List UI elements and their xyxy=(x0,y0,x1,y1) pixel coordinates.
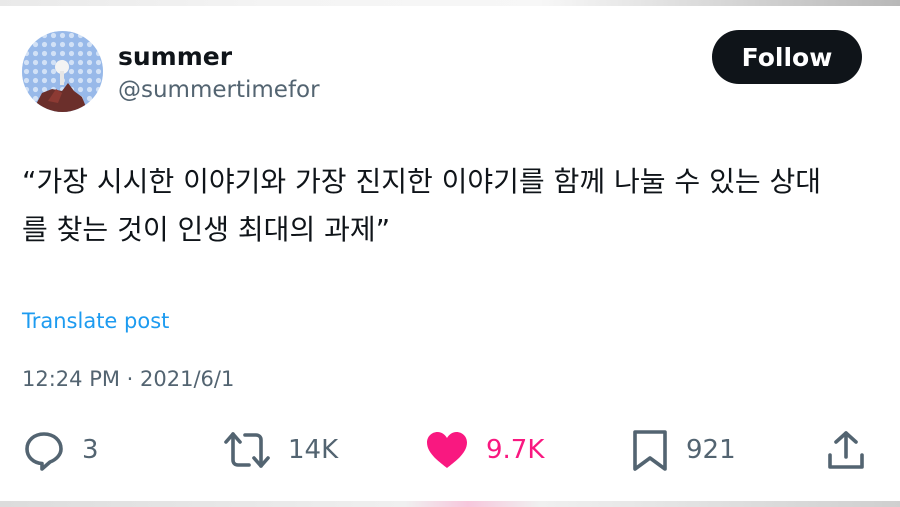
user-handle[interactable]: @summertimefor xyxy=(118,77,320,103)
follow-button[interactable]: Follow xyxy=(712,30,862,84)
tweet-text: “가장 시시한 이야기와 가장 진지한 이야기를 함께 나눌 수 있는 상대 를… xyxy=(22,165,822,246)
share-icon xyxy=(828,431,864,469)
tweet-card: summer @summertimefor Follow “가장 시시한 이야기… xyxy=(0,0,900,507)
repost-count: 14K xyxy=(288,435,339,465)
translate-post-link[interactable]: Translate post xyxy=(22,309,169,333)
reply-icon xyxy=(25,432,63,471)
top-divider xyxy=(0,0,900,6)
bookmark-count: 921 xyxy=(686,435,736,465)
timestamp[interactable]: 12:24 PM · 2021/6/1 xyxy=(22,367,234,391)
heart-icon xyxy=(427,432,467,468)
action-bar: 3 14K 9.7K 921 xyxy=(0,425,900,475)
like-button[interactable]: 9.7K xyxy=(424,425,544,475)
display-name[interactable]: summer xyxy=(118,42,232,71)
reply-count: 3 xyxy=(82,435,99,465)
repost-button[interactable]: 14K xyxy=(222,425,338,475)
reply-button[interactable]: 3 xyxy=(22,425,99,475)
avatar-image xyxy=(22,31,103,112)
bookmark-button[interactable]: 921 xyxy=(630,425,736,475)
share-button[interactable] xyxy=(826,425,866,475)
like-count: 9.7K xyxy=(486,435,545,465)
bookmark-icon xyxy=(633,430,667,471)
avatar[interactable] xyxy=(22,31,103,112)
repost-icon xyxy=(224,432,270,468)
bottom-divider xyxy=(0,501,900,507)
